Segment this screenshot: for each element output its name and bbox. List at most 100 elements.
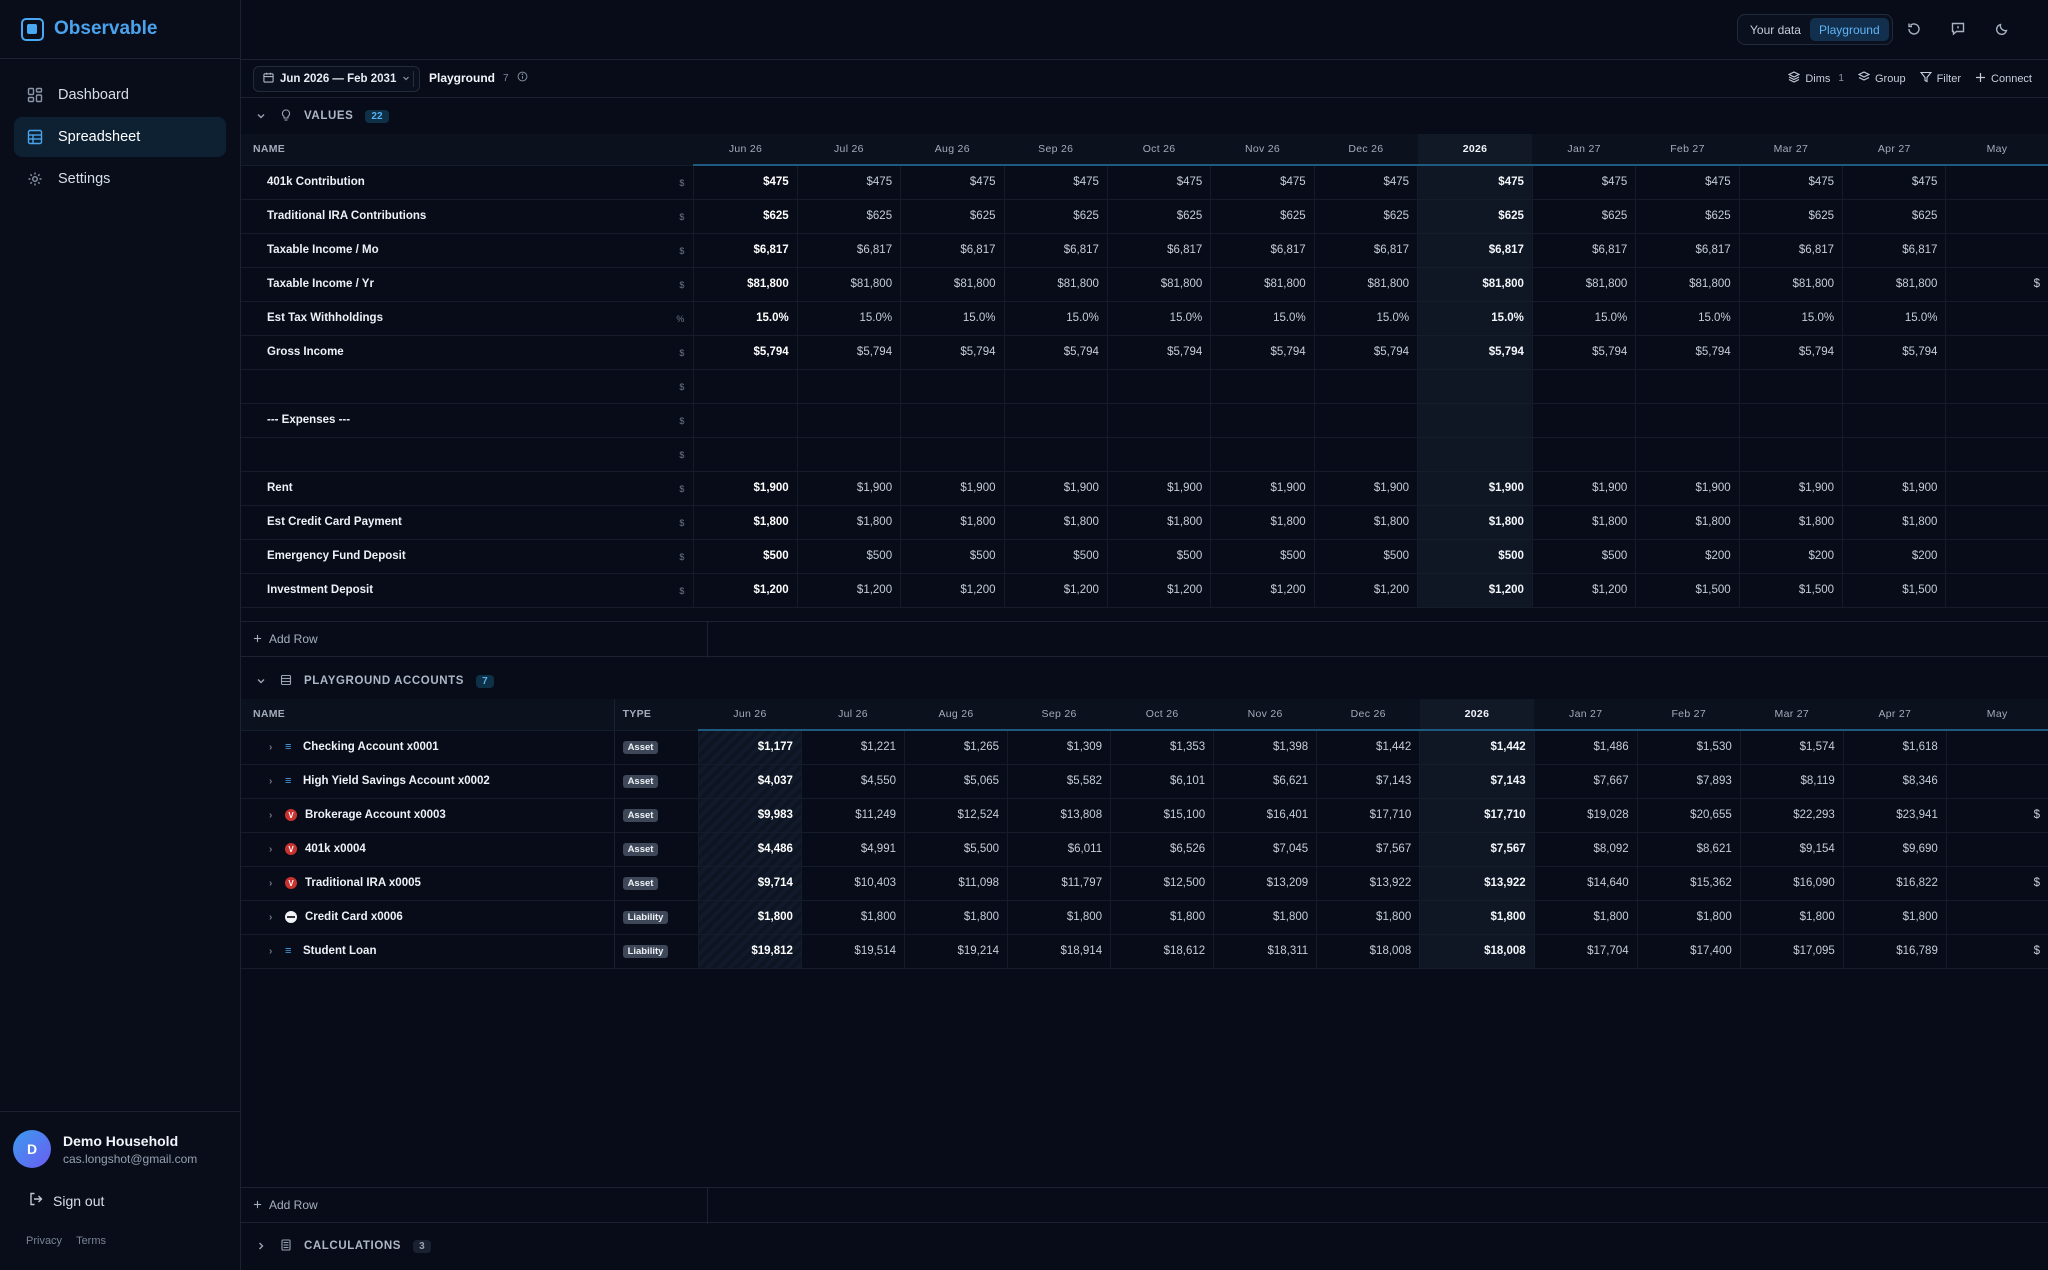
value-cell[interactable]: $1,800 — [1739, 900, 1844, 935]
month-column-header[interactable]: Jul 26 — [801, 699, 905, 731]
value-cell[interactable]: $1,900 — [1842, 471, 1946, 506]
value-cell[interactable]: $625 — [1417, 199, 1533, 234]
value-cell[interactable]: $81,800 — [1531, 267, 1636, 302]
value-cell[interactable]: $1,900 — [1003, 471, 1108, 506]
value-cell[interactable]: $1,200 — [1003, 573, 1108, 608]
value-cell[interactable]: $6,526 — [1110, 832, 1214, 867]
value-cell[interactable] — [1106, 403, 1211, 438]
month-column-header[interactable]: 2026 — [1417, 134, 1533, 166]
value-cell[interactable]: $1,574 — [1739, 730, 1844, 765]
chevron-right-icon[interactable]: › — [269, 878, 277, 889]
value-cell[interactable]: 15.0% — [1210, 301, 1315, 336]
value-cell[interactable]: $6,817 — [1313, 233, 1418, 268]
table-row[interactable]: Traditional IRA Contributions $ $625 $625 $6… — [241, 199, 2048, 234]
value-cell[interactable]: $1,900 — [900, 471, 1004, 506]
date-range-picker[interactable]: Jun 2026 — Feb 2031 — [253, 66, 421, 92]
value-cell[interactable] — [1210, 437, 1315, 472]
value-cell[interactable]: 15.0% — [1003, 301, 1108, 336]
value-cell[interactable] — [1313, 403, 1418, 438]
value-cell[interactable]: $1,800 — [1007, 900, 1111, 935]
value-cell[interactable]: $8,346 — [1842, 764, 1947, 799]
month-column-header[interactable]: Feb 27 — [1635, 134, 1740, 166]
table-row[interactable]: --- Expenses --- $ — [241, 403, 2048, 438]
value-cell[interactable]: $ — [1945, 866, 2048, 901]
value-cell[interactable] — [1945, 832, 2048, 867]
row-name-cell[interactable]: --- Expenses --- $ — [241, 403, 694, 438]
value-cell[interactable]: $500 — [796, 539, 901, 574]
value-cell[interactable]: $1,800 — [800, 900, 905, 935]
value-cell[interactable] — [1842, 369, 1946, 404]
value-cell[interactable]: $6,101 — [1110, 764, 1214, 799]
value-cell[interactable]: $20,655 — [1636, 798, 1741, 833]
month-column-header[interactable]: Dec 26 — [1314, 134, 1418, 166]
value-cell[interactable]: $475 — [1738, 165, 1843, 200]
value-cell[interactable]: $500 — [1106, 539, 1211, 574]
value-cell[interactable]: $1,800 — [1419, 900, 1535, 935]
value-cell[interactable]: $4,486 — [697, 832, 802, 867]
table-row[interactable]: Emergency Fund Deposit $ $500 $500 $500 $500 $… — [241, 539, 2048, 574]
value-cell[interactable]: $5,065 — [903, 764, 1008, 799]
value-cell[interactable] — [1945, 505, 2048, 540]
value-cell[interactable]: 15.0% — [1417, 301, 1533, 336]
value-cell[interactable]: $6,817 — [1106, 233, 1211, 268]
value-cell[interactable] — [796, 437, 901, 472]
value-cell[interactable] — [1635, 403, 1740, 438]
month-column-header[interactable]: Apr 27 — [1843, 699, 1947, 731]
account-name-cell[interactable]: › ≡ Student Loan — [241, 934, 615, 969]
value-cell[interactable]: $475 — [1842, 165, 1946, 200]
row-name-cell[interactable]: Taxable Income / Yr $ — [241, 267, 694, 302]
values-add-row-button[interactable]: Add Row — [241, 621, 2048, 658]
value-cell[interactable]: $5,794 — [1210, 335, 1315, 370]
table-row[interactable]: › V 401k x0004 Asset $4,486 $4,991 $5,500 $6,01… — [241, 832, 2048, 867]
value-cell[interactable]: $81,800 — [1210, 267, 1315, 302]
value-cell[interactable]: $4,991 — [800, 832, 905, 867]
value-cell[interactable]: $5,794 — [1635, 335, 1740, 370]
value-cell[interactable]: $12,500 — [1110, 866, 1214, 901]
month-column-header[interactable]: Jun 26 — [698, 699, 802, 731]
month-column-header[interactable]: Sep 26 — [1004, 134, 1108, 166]
value-cell[interactable]: $16,090 — [1739, 866, 1844, 901]
chevron-right-icon[interactable] — [256, 1241, 268, 1251]
user-profile[interactable]: D Demo Household cas.longshot@gmail.com — [13, 1130, 197, 1168]
row-name-cell[interactable]: Est Tax Withholdings% — [241, 301, 694, 336]
value-cell[interactable]: $1,177 — [697, 730, 802, 765]
value-cell[interactable]: $1,200 — [1531, 573, 1636, 608]
value-cell[interactable]: $1,800 — [1313, 505, 1418, 540]
value-cell[interactable]: $7,567 — [1419, 832, 1535, 867]
value-cell[interactable]: $1,500 — [1842, 573, 1946, 608]
value-cell[interactable]: $1,800 — [1842, 505, 1946, 540]
value-cell[interactable]: $1,398 — [1213, 730, 1317, 765]
value-cell[interactable]: $625 — [693, 199, 798, 234]
value-cell[interactable]: 15.0% — [900, 301, 1004, 336]
value-cell[interactable]: $17,704 — [1533, 934, 1638, 969]
value-cell[interactable]: $475 — [1106, 165, 1211, 200]
values-section-header[interactable]: VALUES 22 — [241, 98, 2048, 134]
month-column-header[interactable]: Apr 27 — [1842, 134, 1946, 166]
value-cell[interactable] — [1945, 573, 2048, 608]
month-column-header[interactable]: Jan 27 — [1534, 699, 1638, 731]
month-column-header[interactable]: Aug 26 — [900, 134, 1004, 166]
value-cell[interactable]: $18,008 — [1419, 934, 1535, 969]
value-cell[interactable]: $500 — [900, 539, 1004, 574]
table-row[interactable]: › V Traditional IRA x0005 Asset $9,714 $10,40… — [241, 866, 2048, 901]
your-data-tab[interactable]: Your data — [1741, 18, 1810, 41]
table-row[interactable]: Rent $ $1,900 $1,900 $1,900 $1,900 $1,900 $1,90… — [241, 471, 2048, 506]
value-cell[interactable] — [1945, 539, 2048, 574]
value-cell[interactable] — [1945, 165, 2048, 200]
month-column-header[interactable]: Oct 26 — [1107, 134, 1211, 166]
value-cell[interactable]: $81,800 — [1738, 267, 1843, 302]
accounts-section-header[interactable]: PLAYGROUND ACCOUNTS 7 — [241, 663, 2048, 699]
table-row[interactable]: $ — [241, 437, 2048, 472]
table-row[interactable]: $ — [241, 369, 2048, 404]
value-cell[interactable] — [1945, 403, 2048, 438]
value-cell[interactable]: $1,200 — [1210, 573, 1315, 608]
value-cell[interactable]: $7,143 — [1419, 764, 1535, 799]
refresh-icon[interactable] — [1903, 18, 1925, 40]
sidebar-item-spreadsheet[interactable]: Spreadsheet — [14, 117, 226, 157]
value-cell[interactable] — [1635, 369, 1740, 404]
connect-button[interactable]: Connect — [1975, 72, 2032, 86]
account-name-cell[interactable]: › ≡ High Yield Savings Account x0002 — [241, 764, 615, 799]
table-row[interactable]: Gross Income $ $5,794 $5,794 $5,794 $5,794 $5,… — [241, 335, 2048, 370]
value-cell[interactable] — [1945, 369, 2048, 404]
value-cell[interactable]: $1,200 — [1417, 573, 1533, 608]
